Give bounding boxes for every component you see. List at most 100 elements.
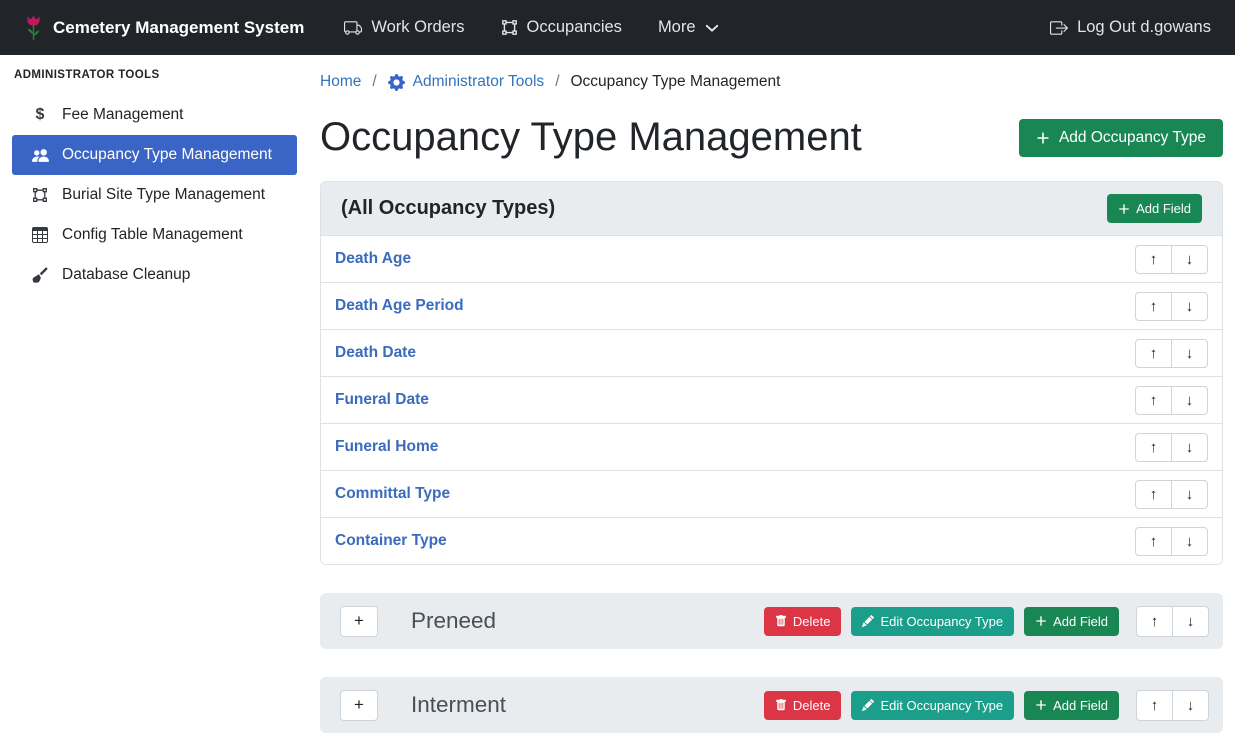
vector-square-icon bbox=[501, 19, 518, 36]
brand-title: Cemetery Management System bbox=[53, 18, 304, 38]
reorder-group: ↑ ↓ bbox=[1135, 245, 1208, 274]
move-down-button[interactable]: ↓ bbox=[1171, 480, 1208, 509]
add-occupancy-type-button[interactable]: Add Occupancy Type bbox=[1019, 119, 1223, 157]
dollar-icon: $ bbox=[29, 106, 51, 124]
title-row: Occupancy Type Management Add Occupancy … bbox=[320, 113, 1223, 161]
move-down-button[interactable]: ↓ bbox=[1171, 386, 1208, 415]
move-up-button[interactable]: ↑ bbox=[1135, 339, 1172, 368]
edit-occupancy-type-label: Edit Occupancy Type bbox=[880, 698, 1003, 713]
field-row: Funeral Date ↑ ↓ bbox=[321, 376, 1222, 423]
reorder-group: ↑ ↓ bbox=[1135, 480, 1208, 509]
sidebar-item-label: Config Table Management bbox=[62, 226, 243, 244]
add-occupancy-type-label: Add Occupancy Type bbox=[1059, 129, 1206, 147]
move-up-button[interactable]: ↑ bbox=[1135, 433, 1172, 462]
sidebar-item-fee-management[interactable]: $ Fee Management bbox=[12, 95, 297, 135]
nav-more[interactable]: More bbox=[658, 18, 719, 37]
add-field-button[interactable]: Add Field bbox=[1024, 607, 1119, 636]
sidebar-item-label: Burial Site Type Management bbox=[62, 186, 265, 204]
edit-occupancy-type-button[interactable]: Edit Occupancy Type bbox=[851, 607, 1014, 636]
sidebar-item-occupancy-type-management[interactable]: Occupancy Type Management bbox=[12, 135, 297, 175]
logout-label: Log Out d.gowans bbox=[1077, 18, 1211, 37]
move-down-button[interactable]: ↓ bbox=[1171, 433, 1208, 462]
move-up-button[interactable]: ↑ bbox=[1135, 292, 1172, 321]
pencil-icon bbox=[862, 615, 874, 627]
field-row: Committal Type ↑ ↓ bbox=[321, 470, 1222, 517]
section-preneed: + Preneed Delete Edit Occupancy Type Add… bbox=[320, 593, 1223, 649]
breadcrumb-separator: / bbox=[555, 73, 559, 91]
plus-icon bbox=[1035, 615, 1047, 627]
edit-occupancy-type-label: Edit Occupancy Type bbox=[880, 614, 1003, 629]
move-up-button[interactable]: ↑ bbox=[1135, 527, 1172, 556]
add-field-label: Add Field bbox=[1053, 698, 1108, 713]
section-title: Preneed bbox=[411, 608, 496, 634]
field-link[interactable]: Container Type bbox=[335, 532, 447, 550]
plus-icon bbox=[1118, 203, 1130, 215]
trash-icon bbox=[775, 699, 787, 711]
sidebar-item-burial-site-type-management[interactable]: Burial Site Type Management bbox=[12, 175, 297, 215]
reorder-group: ↑ ↓ bbox=[1135, 433, 1208, 462]
breadcrumb-separator: / bbox=[372, 73, 376, 91]
logout-button[interactable]: Log Out d.gowans bbox=[1050, 18, 1211, 37]
move-down-button[interactable]: ↓ bbox=[1172, 606, 1209, 637]
breadcrumb-current: Occupancy Type Management bbox=[571, 73, 781, 91]
reorder-group: ↑ ↓ bbox=[1135, 386, 1208, 415]
move-up-button[interactable]: ↑ bbox=[1135, 386, 1172, 415]
move-up-button[interactable]: ↑ bbox=[1136, 690, 1173, 721]
pencil-icon bbox=[862, 699, 874, 711]
field-link[interactable]: Death Age bbox=[335, 250, 411, 268]
delete-button[interactable]: Delete bbox=[764, 691, 842, 720]
nav-work-orders[interactable]: Work Orders bbox=[344, 18, 464, 37]
navbar-brand[interactable]: Cemetery Management System bbox=[24, 14, 304, 41]
move-down-button[interactable]: ↓ bbox=[1171, 339, 1208, 368]
field-link[interactable]: Death Date bbox=[335, 344, 416, 362]
top-navbar: Cemetery Management System Work Orders O… bbox=[0, 0, 1235, 55]
nav-occupancies-label: Occupancies bbox=[527, 18, 622, 37]
nav-occupancies[interactable]: Occupancies bbox=[501, 18, 622, 37]
plus-icon bbox=[1036, 131, 1050, 145]
delete-button[interactable]: Delete bbox=[764, 607, 842, 636]
add-field-label: Add Field bbox=[1136, 201, 1191, 216]
section-actions: Delete Edit Occupancy Type Add Field bbox=[764, 607, 1119, 636]
delete-label: Delete bbox=[793, 698, 831, 713]
sidebar-item-label: Fee Management bbox=[62, 106, 184, 124]
tulip-logo-icon bbox=[24, 14, 43, 41]
page-title: Occupancy Type Management bbox=[320, 113, 862, 161]
add-field-button[interactable]: Add Field bbox=[1107, 194, 1202, 223]
edit-occupancy-type-button[interactable]: Edit Occupancy Type bbox=[851, 691, 1014, 720]
field-row: Death Age Period ↑ ↓ bbox=[321, 282, 1222, 329]
breadcrumb-admin-tools-link[interactable]: Administrator Tools bbox=[388, 73, 545, 91]
gear-icon bbox=[388, 74, 405, 91]
move-down-button[interactable]: ↓ bbox=[1172, 690, 1209, 721]
navbar-links: Work Orders Occupancies More bbox=[344, 18, 718, 37]
chevron-down-icon bbox=[705, 21, 719, 35]
sidebar-item-database-cleanup[interactable]: Database Cleanup bbox=[12, 255, 297, 295]
nav-work-orders-label: Work Orders bbox=[371, 18, 464, 37]
truck-icon bbox=[344, 19, 362, 37]
field-link[interactable]: Death Age Period bbox=[335, 297, 464, 315]
card-title: (All Occupancy Types) bbox=[341, 197, 555, 220]
add-field-button[interactable]: Add Field bbox=[1024, 691, 1119, 720]
section-actions: Delete Edit Occupancy Type Add Field bbox=[764, 691, 1119, 720]
move-up-button[interactable]: ↑ bbox=[1135, 245, 1172, 274]
nav-more-label: More bbox=[658, 18, 696, 37]
expand-button[interactable]: + bbox=[340, 606, 378, 637]
add-field-label: Add Field bbox=[1053, 614, 1108, 629]
sidebar: Administrator Tools $ Fee Management Occ… bbox=[0, 55, 308, 738]
sidebar-item-config-table-management[interactable]: Config Table Management bbox=[12, 215, 297, 255]
expand-button[interactable]: + bbox=[340, 690, 378, 721]
move-down-button[interactable]: ↓ bbox=[1171, 245, 1208, 274]
all-occupancy-types-card: (All Occupancy Types) Add Field Death Ag… bbox=[320, 181, 1223, 565]
field-link[interactable]: Funeral Home bbox=[335, 438, 438, 456]
breadcrumb-home-link[interactable]: Home bbox=[320, 73, 361, 91]
move-up-button[interactable]: ↑ bbox=[1136, 606, 1173, 637]
field-link[interactable]: Funeral Date bbox=[335, 391, 429, 409]
move-down-button[interactable]: ↓ bbox=[1171, 527, 1208, 556]
table-icon bbox=[29, 227, 51, 243]
move-up-button[interactable]: ↑ bbox=[1135, 480, 1172, 509]
field-link[interactable]: Committal Type bbox=[335, 485, 450, 503]
move-down-button[interactable]: ↓ bbox=[1171, 292, 1208, 321]
field-row: Death Date ↑ ↓ bbox=[321, 329, 1222, 376]
card-header: (All Occupancy Types) Add Field bbox=[321, 182, 1222, 235]
trash-icon bbox=[775, 615, 787, 627]
plus-icon bbox=[1035, 699, 1047, 711]
